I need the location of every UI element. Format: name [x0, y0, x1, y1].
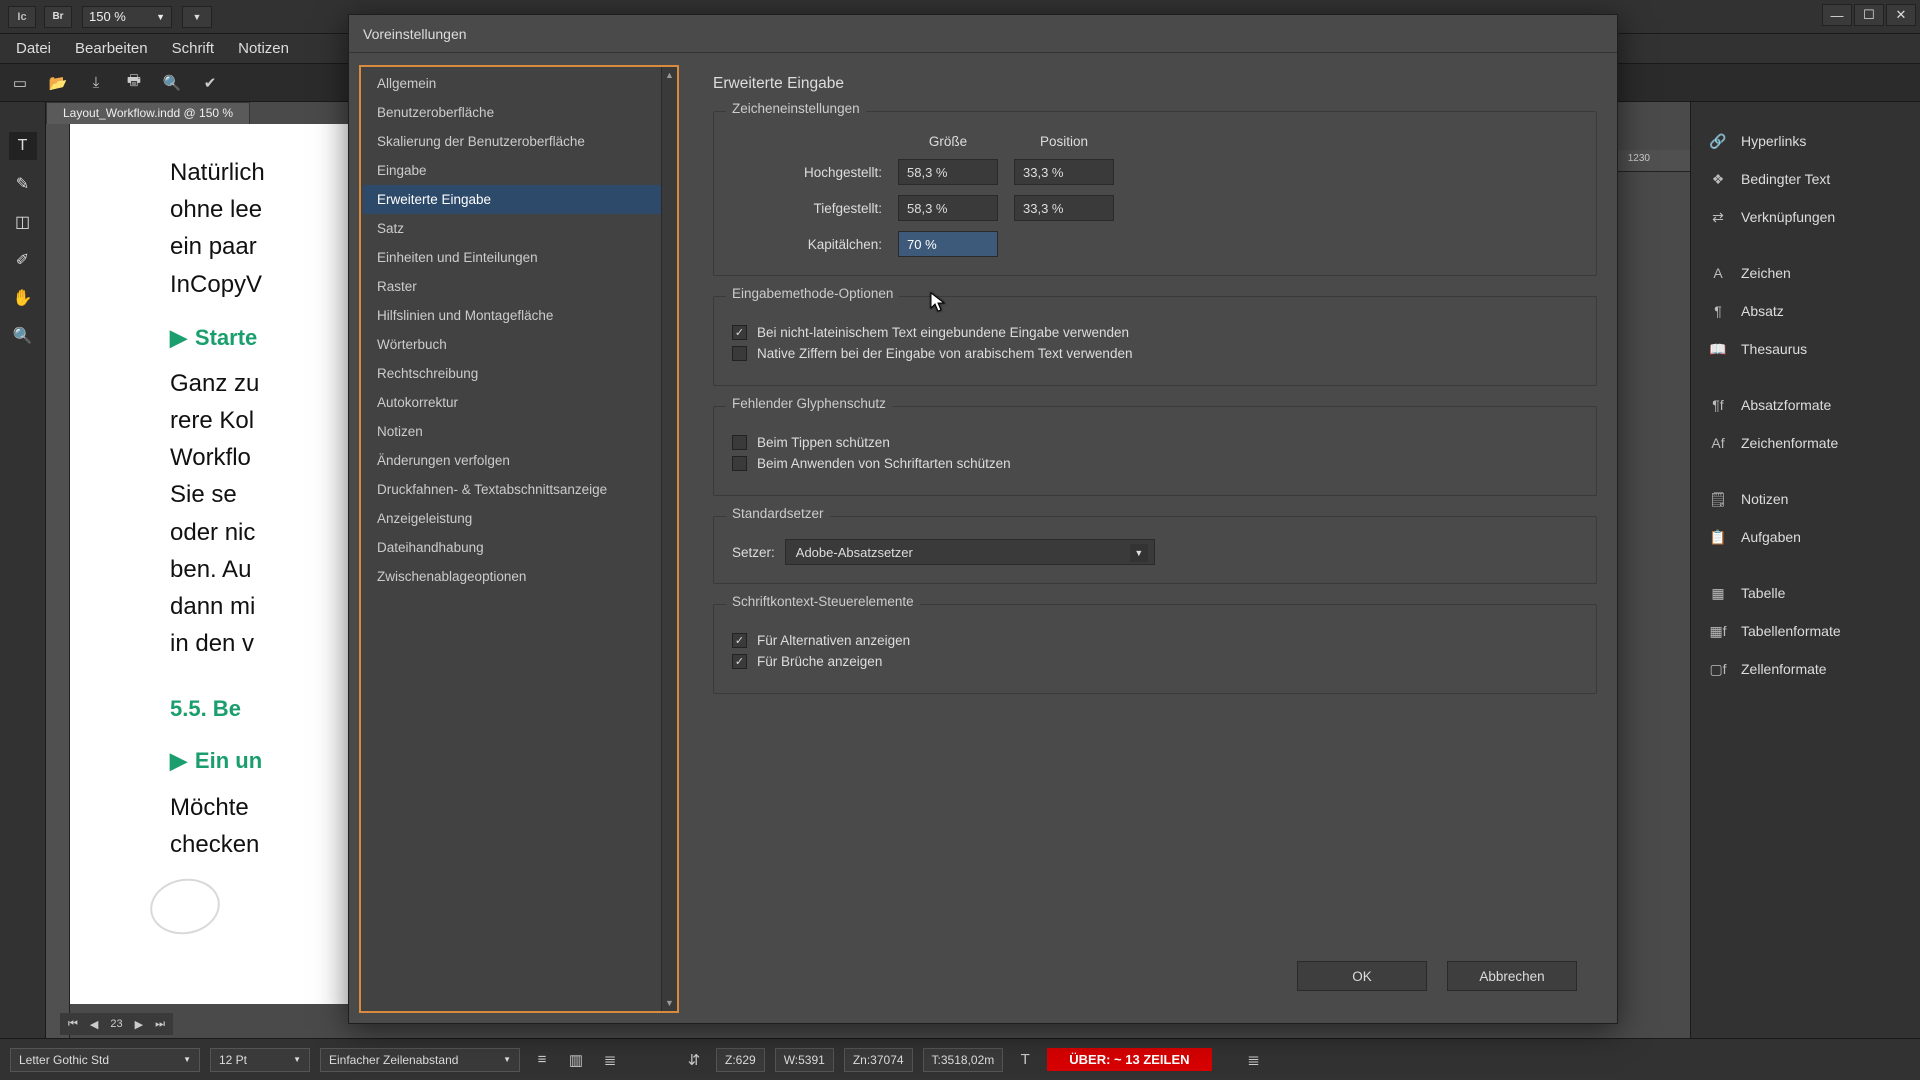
checkbox-label: Beim Anwenden von Schriftarten schützen: [757, 456, 1011, 471]
group-legend: Zeicheneinstellungen: [726, 101, 866, 116]
category-item[interactable]: Rechtschreibung: [363, 359, 675, 388]
subscript-position-input[interactable]: 33,3 %: [1014, 195, 1114, 221]
composer-dropdown[interactable]: Adobe-Absatzsetzer ▼: [785, 539, 1155, 565]
checkbox-protect-fonts[interactable]: Beim Anwenden von Schriftarten schützen: [732, 456, 1578, 471]
category-item[interactable]: Autokorrektur: [363, 388, 675, 417]
group-font-context: Schriftkontext-Steuerelemente ✓ Für Alte…: [713, 604, 1597, 694]
col-header-position: Position: [1014, 134, 1114, 149]
category-item[interactable]: Eingabe: [363, 156, 675, 185]
group-character-settings: Zeicheneinstellungen Größe Position Hoch…: [713, 111, 1597, 276]
group-legend: Standardsetzer: [726, 506, 830, 521]
dialog-title: Voreinstellungen: [349, 15, 1617, 53]
category-item[interactable]: Zwischenablageoptionen: [363, 562, 675, 591]
preferences-content: Erweiterte Eingabe Zeicheneinstellungen …: [689, 65, 1607, 1013]
checkbox-label: Bei nicht-lateinischem Text eingebundene…: [757, 325, 1129, 340]
category-list[interactable]: AllgemeinBenutzeroberflächeSkalierung de…: [359, 65, 679, 1013]
checkbox-icon[interactable]: [732, 456, 747, 471]
checkbox-native-digits[interactable]: Native Ziffern bei der Eingabe von arabi…: [732, 346, 1578, 361]
char-grid: Größe Position Hochgestellt: 58,3 % 33,3…: [732, 134, 1578, 257]
composer-label: Setzer:: [732, 545, 775, 560]
category-item[interactable]: Wörterbuch: [363, 330, 675, 359]
category-item[interactable]: Satz: [363, 214, 675, 243]
category-item[interactable]: Skalierung der Benutzeroberfläche: [363, 127, 675, 156]
category-item[interactable]: Einheiten und Einteilungen: [363, 243, 675, 272]
category-item[interactable]: Erweiterte Eingabe: [363, 185, 675, 214]
category-item[interactable]: Dateihandhabung: [363, 533, 675, 562]
checkbox-icon[interactable]: ✓: [732, 633, 747, 648]
content-heading: Erweiterte Eingabe: [713, 75, 1597, 93]
dialog-body: AllgemeinBenutzeroberflächeSkalierung de…: [349, 53, 1617, 1023]
row-label-subscript: Tiefgestellt:: [732, 201, 882, 216]
group-legend: Eingabemethode-Optionen: [726, 286, 899, 301]
category-item[interactable]: Benutzeroberfläche: [363, 98, 675, 127]
category-item[interactable]: Raster: [363, 272, 675, 301]
scrollbar[interactable]: ▲ ▼: [661, 67, 677, 1011]
checkbox-icon[interactable]: ✓: [732, 654, 747, 669]
scroll-up-icon[interactable]: ▲: [662, 67, 677, 83]
cancel-button[interactable]: Abbrechen: [1447, 961, 1577, 991]
ok-button[interactable]: OK: [1297, 961, 1427, 991]
checkbox-show-fractions[interactable]: ✓ Für Brüche anzeigen: [732, 654, 1578, 669]
category-item[interactable]: Änderungen verfolgen: [363, 446, 675, 475]
dropdown-value: Adobe-Absatzsetzer: [796, 545, 913, 560]
row-label-smallcaps: Kapitälchen:: [732, 237, 882, 252]
category-item[interactable]: Anzeigeleistung: [363, 504, 675, 533]
checkbox-icon[interactable]: [732, 435, 747, 450]
category-item[interactable]: Notizen: [363, 417, 675, 446]
scroll-down-icon[interactable]: ▼: [662, 995, 677, 1011]
checkbox-show-alternatives[interactable]: ✓ Für Alternativen anzeigen: [732, 633, 1578, 648]
dialog-footer: OK Abbrechen: [1297, 961, 1577, 991]
group-glyph-protection: Fehlender Glyphenschutz Beim Tippen schü…: [713, 406, 1597, 496]
checkbox-label: Native Ziffern bei der Eingabe von arabi…: [757, 346, 1132, 361]
superscript-position-input[interactable]: 33,3 %: [1014, 159, 1114, 185]
category-item[interactable]: Hilfslinien und Montagefläche: [363, 301, 675, 330]
checkbox-label: Für Brüche anzeigen: [757, 654, 882, 669]
chevron-down-icon: ▼: [1130, 544, 1148, 562]
preferences-dialog: Voreinstellungen AllgemeinBenutzeroberfl…: [348, 14, 1618, 1024]
checkbox-icon[interactable]: [732, 346, 747, 361]
group-default-composer: Standardsetzer Setzer: Adobe-Absatzsetze…: [713, 516, 1597, 584]
category-item[interactable]: Allgemein: [363, 69, 675, 98]
col-header-size: Größe: [898, 134, 998, 149]
row-label-superscript: Hochgestellt:: [732, 165, 882, 180]
checkbox-ime-inline[interactable]: ✓ Bei nicht-lateinischem Text eingebunde…: [732, 325, 1578, 340]
group-ime-options: Eingabemethode-Optionen ✓ Bei nicht-late…: [713, 296, 1597, 386]
group-legend: Schriftkontext-Steuerelemente: [726, 594, 920, 609]
checkbox-protect-typing[interactable]: Beim Tippen schützen: [732, 435, 1578, 450]
dialog-backdrop: Voreinstellungen AllgemeinBenutzeroberfl…: [0, 0, 1920, 1080]
group-legend: Fehlender Glyphenschutz: [726, 396, 892, 411]
category-item[interactable]: Druckfahnen- & Textabschnittsanzeige: [363, 475, 675, 504]
subscript-size-input[interactable]: 58,3 %: [898, 195, 998, 221]
checkbox-label: Beim Tippen schützen: [757, 435, 890, 450]
superscript-size-input[interactable]: 58,3 %: [898, 159, 998, 185]
checkbox-label: Für Alternativen anzeigen: [757, 633, 910, 648]
smallcaps-size-input[interactable]: 70 %: [898, 231, 998, 257]
checkbox-icon[interactable]: ✓: [732, 325, 747, 340]
